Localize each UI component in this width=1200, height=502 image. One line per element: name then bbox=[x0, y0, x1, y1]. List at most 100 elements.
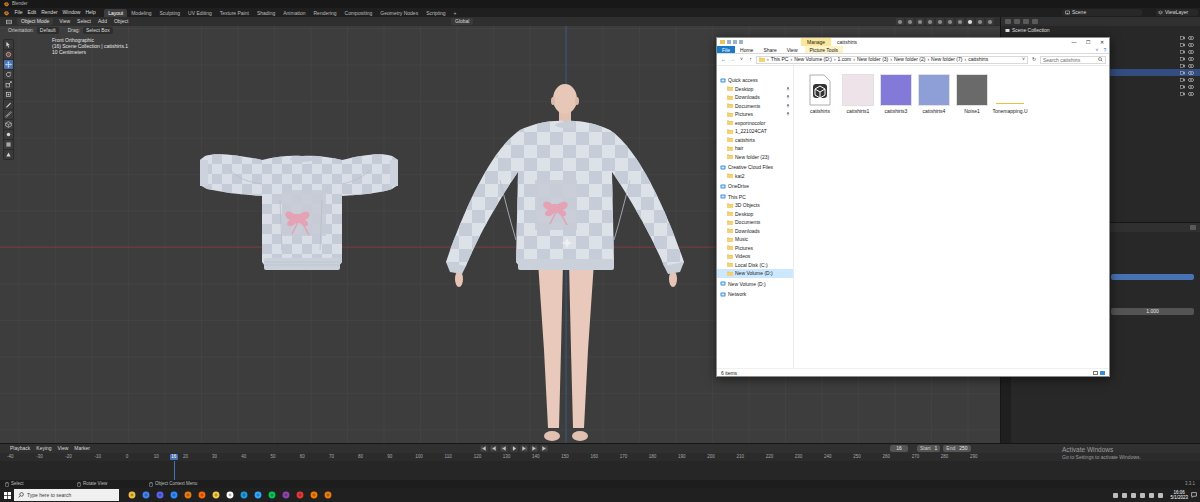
navigation-item[interactable]: Downloads bbox=[717, 227, 793, 236]
navigation-item-label[interactable]: hair bbox=[735, 144, 743, 153]
navigation-item[interactable]: Quick access bbox=[717, 76, 793, 85]
navigation-item[interactable]: Documents bbox=[717, 102, 793, 111]
viewport-menu-item[interactable]: Object bbox=[113, 17, 129, 26]
eye-icon[interactable] bbox=[1188, 57, 1194, 61]
playback-icon[interactable] bbox=[530, 445, 538, 452]
workspace-tab[interactable]: Layout bbox=[104, 9, 127, 17]
clock[interactable]: 16:065/1/2023 bbox=[1170, 490, 1188, 500]
tool-button[interactable] bbox=[4, 90, 13, 99]
tool-button[interactable] bbox=[4, 130, 13, 139]
tool-button[interactable] bbox=[4, 50, 13, 59]
add-workspace-button[interactable]: + bbox=[450, 9, 461, 17]
app-icon[interactable] bbox=[141, 488, 150, 502]
view-layer-selector[interactable]: ViewLayer bbox=[1156, 9, 1198, 16]
app-icon[interactable] bbox=[211, 488, 220, 502]
navigation-item-label[interactable]: Pictures bbox=[735, 110, 753, 119]
file-item[interactable]: Noise1 bbox=[955, 74, 989, 114]
breadcrumb[interactable]: New folder (7) bbox=[931, 56, 962, 64]
menu-item[interactable]: Render bbox=[39, 8, 60, 17]
render-visibility-icon[interactable] bbox=[1180, 50, 1185, 54]
playback-icon[interactable] bbox=[510, 445, 518, 452]
navigation-item-label[interactable]: Quick access bbox=[728, 76, 758, 85]
file-item[interactable]: cattshirts1 bbox=[841, 74, 875, 114]
workspace-tab[interactable]: Animation bbox=[279, 9, 309, 17]
navigation-item-label[interactable]: Desktop bbox=[735, 210, 753, 219]
workspace-tab[interactable]: Texture Paint bbox=[216, 9, 253, 17]
file-item[interactable]: cattshirts3 bbox=[879, 74, 913, 114]
app-icon[interactable] bbox=[127, 488, 136, 502]
navigation-item-label[interactable]: Music bbox=[735, 235, 748, 244]
navigation-button[interactable]: ↑ bbox=[747, 54, 754, 65]
tool-button[interactable] bbox=[4, 140, 13, 149]
playback-icon[interactable] bbox=[500, 445, 508, 452]
transform-orientation-selector[interactable]: Global bbox=[451, 18, 473, 25]
render-visibility-icon[interactable] bbox=[1180, 36, 1185, 40]
tray-icon[interactable] bbox=[1158, 493, 1163, 498]
address-bar[interactable]: ›This PC›New Volume (D:)›1.com›New folde… bbox=[756, 56, 1028, 64]
start-frame-field[interactable]: Start1 bbox=[917, 445, 940, 452]
outliner-title-row[interactable]: Scene Collection bbox=[1001, 26, 1200, 34]
navigation-item[interactable]: kat2 bbox=[717, 172, 793, 181]
timeline-menu-item[interactable]: View bbox=[58, 444, 69, 453]
app-icon[interactable] bbox=[183, 488, 192, 502]
app-icon[interactable] bbox=[323, 488, 332, 502]
timeline-menu-item[interactable]: Playback bbox=[10, 444, 30, 453]
menu-item[interactable]: File bbox=[12, 8, 25, 17]
current-frame-field[interactable]: 16 bbox=[890, 445, 908, 452]
render-visibility-icon[interactable] bbox=[1180, 78, 1185, 82]
flat-sweater-model[interactable] bbox=[200, 154, 398, 270]
tool-button[interactable] bbox=[4, 70, 13, 79]
navigation-item-label[interactable]: Downloads bbox=[735, 227, 760, 236]
breadcrumb[interactable]: New folder (3) bbox=[857, 56, 888, 64]
timeline-body[interactable] bbox=[0, 461, 1200, 480]
navigation-item-label[interactable]: Documents bbox=[735, 102, 760, 111]
taskbar-search[interactable]: Type here to search bbox=[14, 489, 119, 501]
menu-item[interactable]: Edit bbox=[25, 8, 39, 17]
navigation-item[interactable]: New Volume (D:) bbox=[717, 269, 793, 278]
current-frame-value[interactable]: 16 bbox=[896, 445, 902, 452]
quick-access-icon[interactable] bbox=[733, 40, 737, 44]
app-icon[interactable] bbox=[239, 488, 248, 502]
file-name[interactable]: Noise1 bbox=[964, 108, 980, 114]
viewport-shading-icon[interactable] bbox=[916, 18, 924, 25]
properties-value-field[interactable]: 1.000 bbox=[1111, 308, 1194, 315]
navigation-button[interactable]: → bbox=[729, 54, 736, 65]
outliner-header-icon[interactable] bbox=[1032, 19, 1038, 24]
navigation-button[interactable]: ← bbox=[720, 54, 727, 65]
navigation-item-label[interactable]: Videos bbox=[735, 252, 750, 261]
breadcrumb[interactable]: cattshirts bbox=[968, 56, 988, 64]
app-icon[interactable] bbox=[169, 488, 178, 502]
character-model[interactable] bbox=[446, 84, 684, 441]
file-name[interactable]: cattshirts bbox=[810, 108, 830, 114]
transform-orientation[interactable]: Global bbox=[455, 18, 469, 25]
outliner-header-icon[interactable] bbox=[1005, 19, 1011, 24]
end-frame-field[interactable]: End250 bbox=[943, 445, 970, 452]
eye-icon[interactable] bbox=[1188, 36, 1194, 40]
tool-button[interactable] bbox=[4, 150, 13, 159]
navigation-item[interactable]: Videos bbox=[717, 252, 793, 261]
maximize-button[interactable]: ☐ bbox=[1081, 38, 1095, 46]
breadcrumb[interactable]: This PC bbox=[771, 56, 789, 64]
quick-access-icon[interactable] bbox=[739, 40, 743, 44]
viewport-shading-icon[interactable] bbox=[956, 18, 964, 25]
app-icon[interactable] bbox=[281, 488, 290, 502]
tray-icon[interactable] bbox=[1113, 493, 1118, 498]
viewport-shading-icon[interactable] bbox=[946, 18, 954, 25]
workspace-tab[interactable]: Geometry Nodes bbox=[376, 9, 422, 17]
ribbon-tab[interactable]: File bbox=[717, 46, 735, 53]
navigation-item[interactable]: Network bbox=[717, 290, 793, 299]
eye-icon[interactable] bbox=[1188, 64, 1194, 68]
navigation-item[interactable]: Pictures bbox=[717, 244, 793, 253]
close-button[interactable]: ✕ bbox=[1095, 38, 1109, 46]
navigation-item-label[interactable]: Creative Cloud Files bbox=[728, 163, 773, 172]
render-visibility-icon[interactable] bbox=[1180, 43, 1185, 47]
navigation-item[interactable]: Desktop bbox=[717, 210, 793, 219]
navigation-button[interactable]: ˅ bbox=[738, 54, 745, 65]
workspace-tab[interactable]: Modeling bbox=[127, 9, 155, 17]
drag-value[interactable]: Select Box bbox=[86, 27, 110, 34]
tool-button[interactable] bbox=[4, 80, 13, 89]
navigation-item[interactable]: This PC bbox=[717, 193, 793, 202]
navigation-item-label[interactable]: New folder (23) bbox=[735, 153, 769, 162]
ribbon-tab[interactable]: Share bbox=[758, 46, 781, 53]
eye-icon[interactable] bbox=[1188, 50, 1194, 54]
